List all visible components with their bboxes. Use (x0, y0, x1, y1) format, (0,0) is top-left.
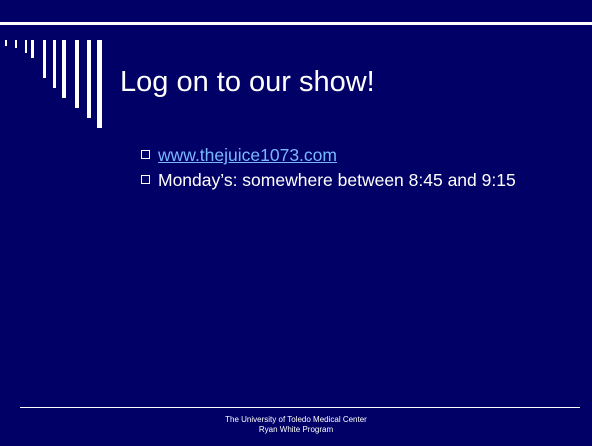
footer-rule (20, 407, 580, 408)
footer-line-organization: The University of Toledo Medical Center (225, 415, 367, 424)
bullet-item-website: www.thejuice1073.com (140, 144, 560, 166)
slide-title: Log on to our show! (120, 66, 375, 98)
footer: The University of Toledo Medical Center … (0, 415, 592, 435)
hollow-square-icon (141, 150, 150, 159)
website-link[interactable]: www.thejuice1073.com (158, 145, 337, 165)
vertical-stripes-decoration (0, 0, 110, 128)
bullet-list: www.thejuice1073.com Monday’s: somewhere… (140, 144, 560, 194)
bullet-item-schedule: Monday’s: somewhere between 8:45 and 9:1… (140, 169, 560, 191)
schedule-text: Monday’s: somewhere between 8:45 and 9:1… (158, 170, 516, 190)
hollow-square-icon (141, 175, 150, 184)
footer-line-program: Ryan White Program (258, 425, 334, 434)
